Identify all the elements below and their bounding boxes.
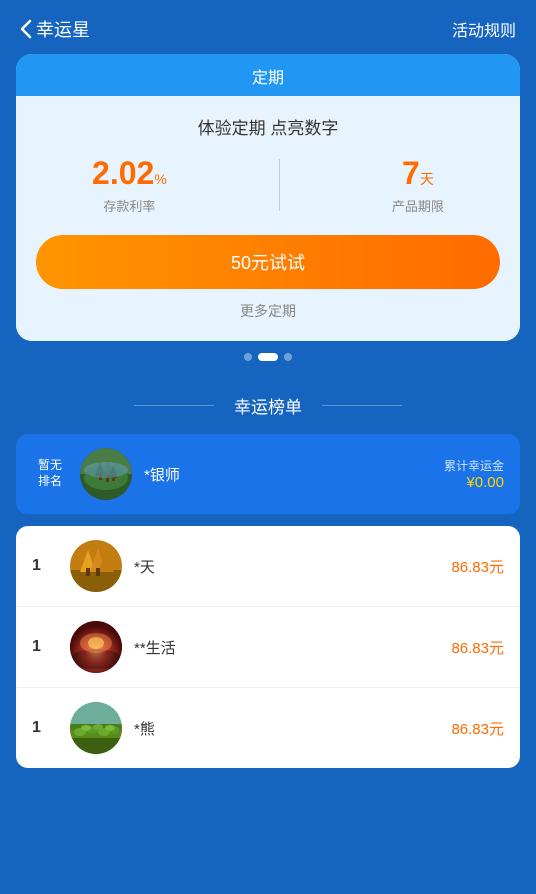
header: 幸运星 活动规则 [0, 0, 536, 54]
lucky-title: 幸运榜单 [234, 393, 302, 418]
leaderboard-item: 1 *天 86.83元 [16, 526, 520, 607]
lb-score: 86.83元 [451, 718, 504, 739]
lb-score: 86.83元 [451, 637, 504, 658]
title-line-left [134, 405, 214, 406]
avatar-2 [70, 621, 122, 673]
rate-value: 2.02% [92, 155, 167, 192]
avatar-1 [70, 540, 122, 592]
rate-label: 存款利率 [92, 196, 167, 215]
current-user-name: *银师 [144, 464, 444, 485]
dot-3[interactable] [284, 353, 292, 361]
current-rank: 暂无排名 [32, 458, 68, 489]
title-line-right [322, 405, 402, 406]
product-tab-label: 定期 [252, 70, 284, 87]
more-link[interactable]: 更多定期 [36, 301, 500, 321]
product-card: 定期 体验定期 点亮数字 2.02% 存款利率 7天 产品期限 50元试试 更多… [16, 54, 520, 341]
dot-1[interactable] [244, 353, 252, 361]
product-body: 体验定期 点亮数字 2.02% 存款利率 7天 产品期限 50元试试 更多定期 [16, 96, 520, 341]
current-user-card: 暂无排名 *银师 累计幸运金 ¥0.00 [16, 434, 520, 514]
lb-score: 86.83元 [451, 556, 504, 577]
days-label: 产品期限 [392, 196, 444, 215]
score-value: ¥0.00 [444, 474, 504, 491]
avatar-3 [70, 702, 122, 754]
lucky-section: 幸运榜单 暂无排名 *银师 累计幸运金 ¥0.00 [0, 373, 536, 784]
lb-user-name: *熊 [134, 718, 451, 739]
page-title: 幸运星 [36, 16, 90, 42]
score-label: 累计幸运金 [444, 457, 504, 474]
stat-divider [279, 159, 280, 211]
product-stats: 2.02% 存款利率 7天 产品期限 [36, 155, 500, 215]
avatar-forest-svg [80, 448, 132, 500]
product-subtitle: 体验定期 点亮数字 [36, 114, 500, 139]
days-value: 7天 [392, 155, 444, 192]
back-button[interactable]: 幸运星 [20, 16, 90, 42]
rank-number: 1 [32, 638, 56, 656]
lucky-title-row: 幸运榜单 [0, 373, 536, 434]
days-stat: 7天 产品期限 [392, 155, 444, 215]
leaderboard-list: 1 *天 86.83元 1 [16, 526, 520, 768]
lb-user-name: *天 [134, 556, 451, 577]
lb-user-name: **生活 [134, 637, 451, 658]
rank-number: 1 [32, 719, 56, 737]
current-user-avatar [80, 448, 132, 500]
carousel-dots [0, 341, 536, 373]
rate-stat: 2.02% 存款利率 [92, 155, 167, 215]
try-button[interactable]: 50元试试 [36, 235, 500, 289]
dot-2[interactable] [258, 353, 278, 361]
leaderboard-item: 1 [16, 607, 520, 688]
leaderboard-item: 1 *熊 [16, 688, 520, 768]
rank-number: 1 [32, 557, 56, 575]
current-user-score-col: 累计幸运金 ¥0.00 [444, 457, 504, 491]
rule-button[interactable]: 活动规则 [452, 17, 516, 41]
product-tab: 定期 [16, 54, 520, 96]
back-icon [20, 19, 32, 39]
